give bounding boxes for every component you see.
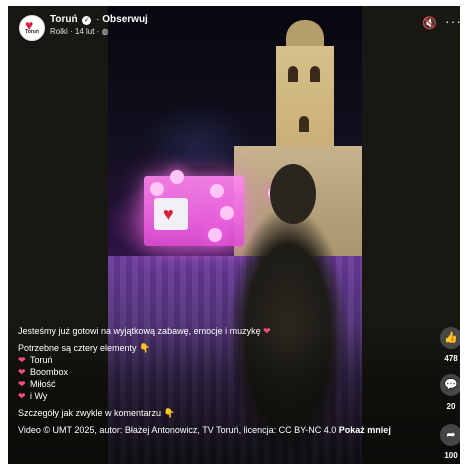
list-item: ❤ Toruń [18,354,416,366]
post-meta: Rolki · 14 lut · ◍ [50,27,109,36]
reel-viewer: ♥ ♥ Toruń Toruń ✓ · Obserwuj Rolki · 14 … [8,6,460,464]
list-item-text: Miłość [30,379,56,389]
caption-line: Potrzebne są cztery elementy 👇 [18,342,416,354]
share-icon: ➦ [446,429,456,441]
caption-text: Jesteśmy już gotowi na wyjątkową zabawę,… [18,326,264,336]
list-item-text: Boombox [30,367,69,377]
caption-text: Potrzebne są cztery elementy [18,343,140,353]
show-less-link[interactable]: Pokaż mniej [339,425,391,435]
thumbs-up-icon: 👍 [444,332,458,344]
stage-light [150,182,164,196]
tower-window [288,66,298,82]
verified-icon: ✓ [82,16,92,25]
follow-button[interactable]: Obserwuj [102,14,148,25]
comment-button[interactable]: 💬 [440,374,460,396]
page-name[interactable]: Toruń [50,14,78,25]
post-meta-text: Rolki · 14 lut · [50,27,102,36]
heart-sign-icon: ♥ [163,204,174,224]
pointing-down-icon: 👇 [163,408,175,418]
avatar-label: Toruń [25,29,39,35]
tower-window [310,66,320,82]
tower-window [299,116,309,132]
more-options-icon[interactable]: ··· [445,13,460,29]
list-item-text: Toruń [30,355,53,365]
heart-bullet-icon: ❤ [18,367,26,377]
mute-icon[interactable]: 🔇 [422,16,437,30]
comment-icon: 💬 [444,379,458,391]
list-item: ❤ Miłość [18,378,416,390]
list-item: ❤ Boombox [18,366,416,378]
heart-emoji-icon: ❤ [263,326,271,336]
share-button[interactable]: ➦ [440,424,460,446]
globe-icon: ◍ [101,27,109,36]
stage-light [210,184,224,198]
share-count: 100 [444,451,458,460]
heart-bullet-icon: ❤ [18,391,26,401]
like-button[interactable]: 👍 [440,327,460,349]
like-count: 478 [444,354,458,363]
caption-line: Szczegóły jak zwykle w komentarzu 👇 [18,407,416,419]
caption-line: Jesteśmy już gotowi na wyjątkową zabawę,… [18,325,416,337]
list-item-text: i Wy [30,391,48,401]
reel-caption: Jesteśmy już gotowi na wyjątkową zabawę,… [18,325,416,436]
stage-light [170,170,184,184]
stage-light [208,228,222,242]
person-head [270,164,316,224]
caption-text: Szczegóły jak zwykle w komentarzu [18,408,164,418]
comment-count: 20 [446,402,456,411]
list-item: ❤ i Wy [18,390,416,402]
page-avatar[interactable]: ♥ Toruń [19,15,45,41]
page-header: Toruń ✓ · Obserwuj [50,14,148,25]
heart-bullet-icon: ❤ [18,379,26,389]
pointing-down-icon: 👇 [139,343,151,353]
video-credit: Video © UMT 2025, autor: Błażej Antonowi… [18,424,416,436]
credit-text: Video © UMT 2025, autor: Błażej Antonowi… [18,425,339,435]
heart-bullet-icon: ❤ [18,355,26,365]
